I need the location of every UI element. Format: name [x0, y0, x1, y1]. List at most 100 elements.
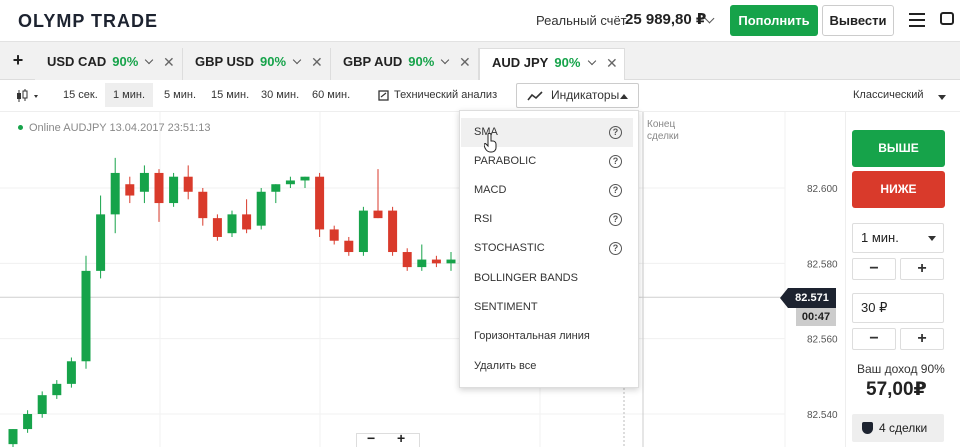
tab-usd-cad[interactable]: USD CAD 90% ✕: [35, 48, 183, 80]
time-increase-button[interactable]: +: [900, 258, 944, 280]
chevron-down-icon[interactable]: [144, 55, 154, 65]
timeframe-30m[interactable]: 30 мин.: [261, 89, 299, 101]
timeframe-15m[interactable]: 15 мин.: [211, 89, 249, 101]
amount-increase-button[interactable]: +: [900, 328, 944, 350]
candle-body: [139, 172, 149, 192]
technical-analysis-icon[interactable]: [378, 90, 390, 102]
timeframe-60m[interactable]: 60 мин.: [312, 89, 350, 101]
candle-body: [81, 270, 91, 362]
technical-analysis-button[interactable]: Технический анализ: [394, 89, 497, 101]
help-icon[interactable]: ?: [609, 213, 622, 226]
indicator-label: RSI: [474, 213, 493, 225]
help-icon[interactable]: ?: [609, 184, 622, 197]
indicator-bollinger-bands[interactable]: BOLLINGER BANDS: [461, 264, 633, 293]
account-balance[interactable]: 25 989,80 ₽: [625, 10, 706, 28]
tab-payout-percent: 90%: [408, 54, 435, 69]
investment-amount-input[interactable]: 30 ₽: [852, 293, 944, 323]
current-price-tag: 82.571: [780, 288, 836, 308]
candle-body: [344, 240, 354, 253]
close-icon[interactable]: ✕: [459, 48, 471, 76]
candle-body: [227, 214, 237, 234]
indicator-label: Удалить все: [474, 360, 537, 372]
chevron-down-icon[interactable]: [587, 56, 597, 66]
chart-toolbar: 15 сек. 1 мин. 5 мин. 15 мин. 30 мин. 60…: [0, 80, 960, 112]
candle-body: [431, 259, 441, 264]
help-icon[interactable]: ?: [609, 155, 622, 168]
candle-body: [110, 172, 120, 215]
price-level-label: 82.540: [807, 410, 838, 421]
indicator-sentiment[interactable]: SENTIMENT: [461, 293, 633, 322]
price-chart[interactable]: 82.600 82.580 82.560 82.540: [0, 112, 845, 447]
indicators-button[interactable]: Индикаторы: [516, 83, 639, 108]
candle-body: [315, 176, 325, 230]
candle-body: [446, 259, 456, 264]
zoom-in-button[interactable]: +: [397, 430, 405, 446]
candle-body: [402, 252, 412, 268]
lower-button[interactable]: НИЖЕ: [852, 171, 945, 208]
candle-body: [198, 191, 208, 219]
candle-body: [125, 184, 135, 196]
help-icon[interactable]: ?: [609, 126, 622, 139]
candlestick-chart-svg[interactable]: 82.600 82.580 82.560 82.540: [0, 112, 845, 447]
indicator-label: Горизонтальная линия: [474, 330, 590, 342]
online-dot-icon: [18, 125, 23, 130]
price-level-label: 82.600: [807, 184, 838, 195]
candle-body: [183, 176, 193, 192]
hamburger-menu-icon[interactable]: [909, 13, 925, 27]
chart-mode-select[interactable]: Классический: [853, 89, 924, 101]
tab-asset-name: USD CAD: [47, 54, 107, 69]
candle-body: [242, 214, 252, 230]
candlestick-type-icon[interactable]: [16, 89, 42, 103]
indicator-macd[interactable]: MACD?: [461, 176, 633, 205]
indicator-label: PARABOLIC: [474, 155, 537, 167]
tab-gbp-aud[interactable]: GBP AUD 90% ✕: [331, 48, 479, 80]
higher-button[interactable]: ВЫШЕ: [852, 130, 945, 167]
tab-payout-percent: 90%: [260, 54, 287, 69]
add-tab-button[interactable]: +: [6, 51, 30, 70]
indicators-label: Индикаторы: [551, 88, 620, 102]
candle-body: [154, 172, 164, 204]
timeframe-1m[interactable]: 1 мин.: [105, 83, 154, 107]
indicator-stochastic[interactable]: STOCHASTIC?: [461, 234, 633, 263]
candle-body: [373, 210, 383, 219]
indicator-label: SENTIMENT: [474, 301, 538, 313]
open-trades-button[interactable]: 4 сделки: [852, 414, 944, 442]
timeframe-5m[interactable]: 5 мин.: [164, 89, 196, 101]
chevron-down-icon[interactable]: [440, 55, 450, 65]
tab-asset-name: AUD JPY: [492, 55, 549, 70]
zoom-controls: − +: [356, 430, 420, 447]
candle-body: [66, 361, 76, 384]
indicator-rsi[interactable]: RSI?: [461, 205, 633, 234]
time-decrease-button[interactable]: −: [852, 258, 896, 280]
indicator-horizontal-line[interactable]: Горизонтальная линия: [461, 322, 633, 351]
caret-down-icon[interactable]: [938, 95, 946, 100]
amount-decrease-button[interactable]: −: [852, 328, 896, 350]
close-icon[interactable]: ✕: [606, 49, 618, 77]
deposit-button[interactable]: Пополнить: [730, 5, 818, 36]
trade-end-line2: сделки: [647, 131, 679, 142]
tab-asset-name: GBP USD: [195, 54, 254, 69]
olymp-trade-logo[interactable]: OLYMP TRADE: [18, 11, 158, 32]
indicator-remove-all[interactable]: Удалить все: [461, 352, 633, 381]
close-icon[interactable]: ✕: [163, 48, 175, 76]
candle-body: [37, 395, 47, 414]
timeframe-15s[interactable]: 15 сек.: [63, 89, 98, 101]
tab-gbp-usd[interactable]: GBP USD 90% ✕: [183, 48, 331, 80]
chevron-down-icon[interactable]: [292, 55, 302, 65]
withdraw-button[interactable]: Вывести: [822, 5, 894, 36]
candle-body: [212, 218, 222, 237]
chat-icon[interactable]: [940, 12, 954, 25]
trade-end-label: Конец сделки: [647, 119, 679, 143]
help-icon[interactable]: ?: [609, 242, 622, 255]
zoom-out-button[interactable]: −: [367, 430, 375, 446]
candle-body: [271, 184, 281, 192]
close-icon[interactable]: ✕: [311, 48, 323, 76]
candle-body: [329, 229, 339, 241]
tab-aud-jpy[interactable]: AUD JPY 90% ✕: [479, 48, 625, 80]
expiry-time-select[interactable]: 1 мин.: [852, 223, 944, 253]
candle-body: [23, 414, 33, 430]
account-type-label[interactable]: Реальный счёт: [536, 13, 627, 28]
expiry-time-value: 1 мин.: [861, 230, 899, 245]
candle-timer-tag: 00:47: [796, 308, 836, 326]
candle-body: [358, 210, 368, 253]
